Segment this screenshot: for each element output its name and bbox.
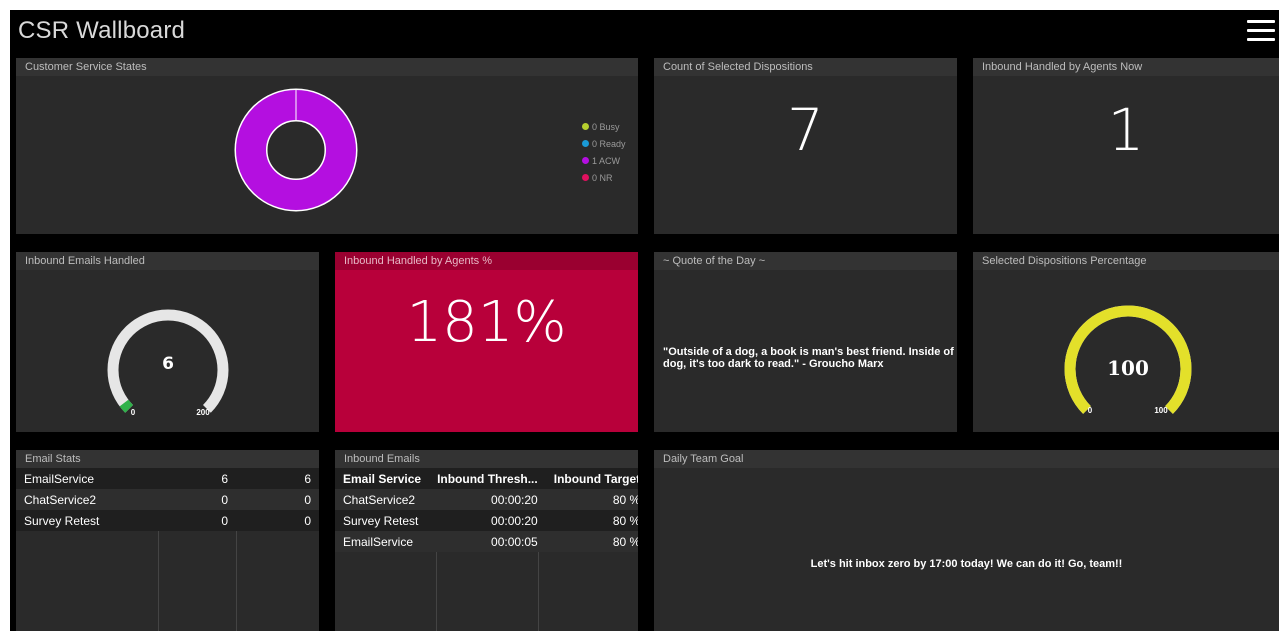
gauge-value: 6	[162, 354, 174, 374]
legend-item[interactable]: 0 Busy	[582, 119, 626, 136]
daily-team-goal-panel: Daily Team Goal Let's hit inbox zero by …	[654, 450, 1279, 631]
table-cell: 0	[304, 492, 311, 507]
legend-label: 1 ACW	[592, 156, 621, 166]
legend-dot-icon	[582, 140, 589, 148]
dispositions-percentage-panel: Selected Dispositions Percentage 100 0 1…	[973, 252, 1279, 432]
table-row[interactable]: Survey Retest 00:00:20 80 %	[335, 510, 638, 531]
table-cell: EmailService	[343, 534, 414, 549]
table-cell: 6	[221, 471, 228, 486]
dispositions-count-value: 7	[787, 96, 824, 164]
states-donut-chart	[234, 88, 358, 212]
inbound-emails-table: Email Service Inbound Thresh... Inbound …	[335, 468, 638, 552]
legend-label: 0 NR	[592, 173, 613, 183]
quote-text: "Outside of a dog, a book is man's best …	[663, 346, 957, 370]
legend-dot-icon	[582, 174, 589, 182]
table-cell: 00:00:20	[491, 492, 538, 507]
wallboard-app: CSR Wallboard Customer Service States 0 …	[10, 10, 1279, 631]
table-cell: 6	[304, 471, 311, 486]
panel-title: Daily Team Goal	[654, 450, 1279, 468]
inbound-emails-handled-panel: Inbound Emails Handled 6 0 200	[16, 252, 319, 432]
inbound-now-value: 1	[1107, 96, 1145, 164]
column-header[interactable]: Inbound Thresh...	[429, 468, 546, 489]
table-cell: 0	[221, 513, 228, 528]
hamburger-menu-icon[interactable]	[1247, 20, 1277, 44]
legend-item[interactable]: 0 NR	[582, 170, 626, 187]
gauge-fill	[119, 399, 134, 413]
legend-label: 0 Ready	[592, 139, 626, 149]
emails-handled-gauge: 6 0 200	[107, 309, 229, 417]
table-row[interactable]: ChatService2 00:00:20 80 %	[335, 489, 638, 510]
handled-percent-panel: Inbound Handled by Agents % 181%	[335, 252, 638, 432]
table-cell: EmailService	[24, 471, 95, 486]
table-cell: Survey Retest	[343, 513, 419, 528]
dispositions-gauge: 100 0 100	[1064, 305, 1192, 415]
table-row[interactable]: EmailService 00:00:05 80 %	[335, 531, 638, 552]
legend-dot-icon	[582, 157, 589, 165]
table-row[interactable]: ChatService2 0 0	[16, 489, 319, 510]
table-cell: ChatService2	[24, 492, 97, 507]
email-stats-table: EmailService 6 6 ChatService2 0 0 Survey Retes…	[16, 468, 319, 531]
panel-title: Inbound Handled by Agents Now	[973, 58, 1279, 76]
table-cell: 80 %	[612, 534, 638, 549]
table-cell: 0	[221, 492, 228, 507]
email-stats-panel: Email Stats EmailService 6 6 ChatService2 0 0…	[16, 450, 319, 631]
panel-title: Email Stats	[16, 450, 319, 468]
table-cell: ChatService2	[343, 492, 416, 507]
table-header-row: Email Service Inbound Thresh... Inbound …	[335, 468, 638, 489]
table-cell: 80 %	[612, 492, 638, 507]
table-cell: 00:00:05	[491, 534, 538, 549]
states-legend: 0 Busy 0 Ready 1 ACW 0 NR	[582, 119, 626, 187]
app-title: CSR Wallboard	[18, 17, 186, 44]
table-cell: 80 %	[612, 513, 638, 528]
customer-service-states-panel: Customer Service States 0 Busy 0 Ready 1 A…	[16, 58, 638, 234]
table-row[interactable]: Survey Retest 0 0	[16, 510, 319, 531]
count-dispositions-panel: Count of Selected Dispositions 7	[654, 58, 957, 234]
inbound-now-panel: Inbound Handled by Agents Now 1	[973, 58, 1279, 234]
column-header[interactable]: Email Service	[335, 468, 429, 489]
column-header[interactable]: Inbound Target	[546, 468, 638, 489]
top-bar: CSR Wallboard	[10, 10, 1279, 55]
legend-dot-icon	[582, 123, 589, 131]
panel-title: ~ Quote of the Day ~	[654, 252, 957, 270]
gauge-max-label: 100	[1154, 406, 1168, 415]
table-cell: 0	[304, 513, 311, 528]
gauge-min-label: 0	[1088, 406, 1093, 415]
gauge-max-label: 200	[196, 408, 210, 417]
legend-item[interactable]: 0 Ready	[582, 136, 626, 153]
gauge-min-label: 0	[131, 408, 136, 417]
daily-goal-text: Let's hit inbox zero by 17:00 today! We …	[810, 558, 1123, 570]
panel-title: Count of Selected Dispositions	[654, 58, 957, 76]
legend-item[interactable]: 1 ACW	[582, 153, 626, 170]
legend-label: 0 Busy	[592, 122, 620, 132]
handled-percent-value: 181%	[406, 290, 567, 355]
table-row[interactable]: EmailService 6 6	[16, 468, 319, 489]
quote-panel: ~ Quote of the Day ~ "Outside of a dog, …	[654, 252, 957, 432]
table-cell: 00:00:20	[491, 513, 538, 528]
inbound-emails-panel: Inbound Emails Email Service Inbound Thr…	[335, 450, 638, 631]
panel-title: Inbound Emails	[335, 450, 638, 468]
table-cell: Survey Retest	[24, 513, 100, 528]
panel-title: Inbound Handled by Agents %	[335, 252, 638, 270]
gauge-value: 100	[1107, 356, 1149, 380]
